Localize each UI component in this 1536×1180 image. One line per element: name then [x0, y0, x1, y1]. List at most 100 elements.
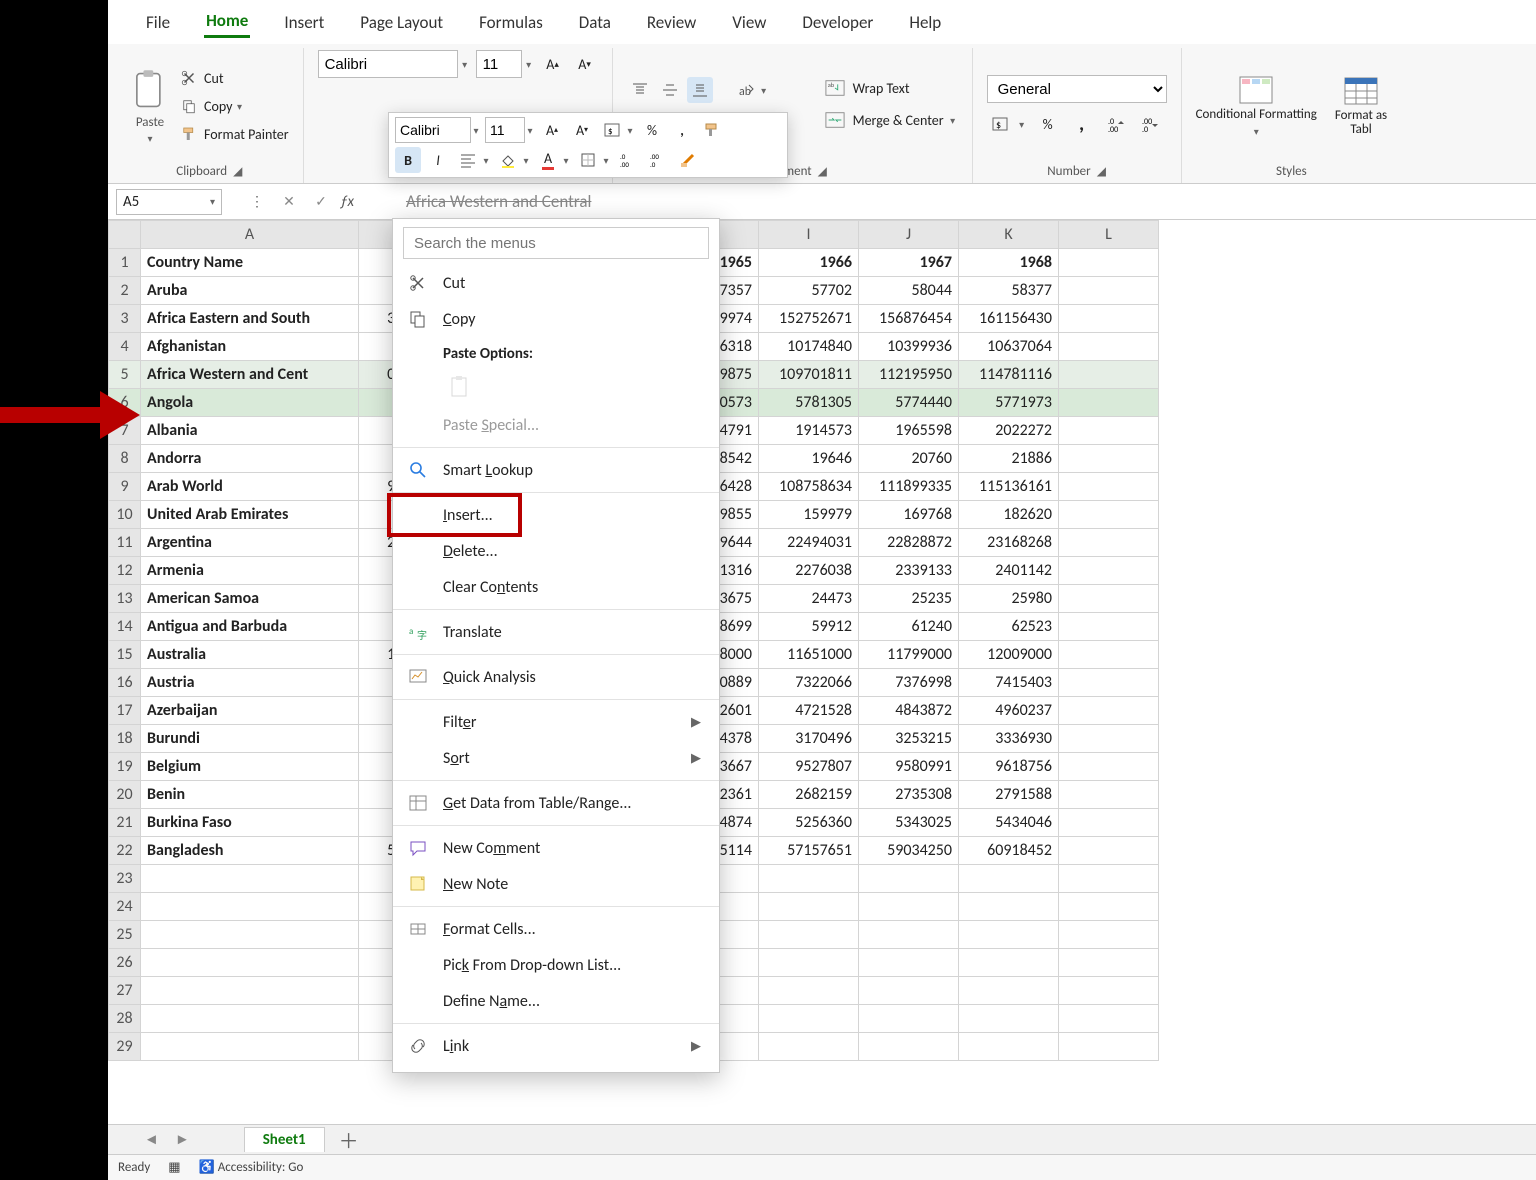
- row-header[interactable]: 5: [109, 361, 141, 389]
- ctx-translate[interactable]: a字 Translate: [393, 614, 719, 650]
- select-all-triangle[interactable]: [109, 221, 141, 249]
- ctx-delete[interactable]: Delete...: [393, 533, 719, 569]
- cell[interactable]: [759, 921, 859, 949]
- ctx-link[interactable]: Link ▶: [393, 1028, 719, 1064]
- cell[interactable]: [1059, 809, 1159, 837]
- mini-borders-icon[interactable]: [575, 147, 601, 173]
- ctx-smart-lookup[interactable]: Smart Lookup: [393, 452, 719, 488]
- cell[interactable]: [1059, 557, 1159, 585]
- macro-record-icon[interactable]: ▦: [168, 1160, 180, 1175]
- cell[interactable]: [959, 865, 1059, 893]
- cell[interactable]: 5343025: [859, 809, 959, 837]
- cell[interactable]: 5774440: [859, 389, 959, 417]
- cell[interactable]: [959, 949, 1059, 977]
- orientation-icon[interactable]: ab: [733, 77, 759, 103]
- cell[interactable]: [1059, 753, 1159, 781]
- cell[interactable]: [1059, 501, 1159, 529]
- mini-align-icon[interactable]: [455, 147, 481, 173]
- number-launcher[interactable]: ◢: [1097, 164, 1106, 179]
- cell[interactable]: Country Name: [141, 249, 359, 277]
- tab-help[interactable]: Help: [907, 8, 943, 37]
- cell[interactable]: 4843872: [859, 697, 959, 725]
- font-size-dd[interactable]: ▾: [524, 51, 534, 77]
- cell[interactable]: [759, 977, 859, 1005]
- align-top-icon[interactable]: [627, 77, 653, 103]
- cell[interactable]: [1059, 949, 1159, 977]
- cell[interactable]: 5771973: [959, 389, 1059, 417]
- ctx-define-name[interactable]: Define Name...: [393, 983, 719, 1019]
- cell[interactable]: 2339133: [859, 557, 959, 585]
- row-header[interactable]: 4: [109, 333, 141, 361]
- ctx-new-comment[interactable]: New Comment: [393, 830, 719, 866]
- cell[interactable]: [1059, 277, 1159, 305]
- cell[interactable]: 22494031: [759, 529, 859, 557]
- cell[interactable]: [1059, 1005, 1159, 1033]
- cell[interactable]: 1968: [959, 249, 1059, 277]
- ctx-quick-analysis[interactable]: Quick Analysis: [393, 659, 719, 695]
- cell[interactable]: [141, 1033, 359, 1061]
- cell[interactable]: Argentina: [141, 529, 359, 557]
- cell[interactable]: 1965598: [859, 417, 959, 445]
- tab-page-layout[interactable]: Page Layout: [358, 8, 445, 37]
- cell[interactable]: [759, 1005, 859, 1033]
- fx-icon[interactable]: ƒx: [340, 193, 354, 211]
- row-header[interactable]: 8: [109, 445, 141, 473]
- cell[interactable]: [759, 949, 859, 977]
- tab-insert[interactable]: Insert: [282, 8, 326, 37]
- cell[interactable]: 161156430: [959, 305, 1059, 333]
- cell[interactable]: [959, 1005, 1059, 1033]
- cell[interactable]: 2022272: [959, 417, 1059, 445]
- ctx-new-note[interactable]: New Note: [393, 866, 719, 902]
- cell[interactable]: 4960237: [959, 697, 1059, 725]
- clipboard-launcher[interactable]: ◢: [233, 164, 242, 179]
- cell[interactable]: 182620: [959, 501, 1059, 529]
- mini-font-color-icon[interactable]: A: [535, 147, 561, 173]
- cell[interactable]: [141, 921, 359, 949]
- cell[interactable]: [1059, 977, 1159, 1005]
- cell[interactable]: [759, 865, 859, 893]
- cell[interactable]: Burundi: [141, 725, 359, 753]
- cell[interactable]: 1967: [859, 249, 959, 277]
- cell[interactable]: 60918452: [959, 837, 1059, 865]
- mini-font-name[interactable]: [395, 117, 471, 143]
- cell[interactable]: 12009000: [959, 641, 1059, 669]
- number-format-select[interactable]: General: [987, 75, 1167, 103]
- cell[interactable]: [859, 893, 959, 921]
- ctx-filter[interactable]: Filter ▶: [393, 704, 719, 740]
- accounting-format-icon[interactable]: $: [987, 111, 1013, 137]
- cell[interactable]: 10637064: [959, 333, 1059, 361]
- conditional-formatting-button[interactable]: Conditional Formatting▾: [1196, 74, 1317, 137]
- ctx-copy[interactable]: Copy: [393, 301, 719, 337]
- cell[interactable]: 5256360: [759, 809, 859, 837]
- cell[interactable]: [1059, 697, 1159, 725]
- cell[interactable]: Benin: [141, 781, 359, 809]
- percent-icon[interactable]: %: [1035, 111, 1061, 137]
- cell[interactable]: [759, 893, 859, 921]
- cell[interactable]: 59912: [759, 613, 859, 641]
- cell[interactable]: [1059, 361, 1159, 389]
- cell[interactable]: 156876454: [859, 305, 959, 333]
- cell[interactable]: [1059, 249, 1159, 277]
- cell[interactable]: [1059, 893, 1159, 921]
- row-header[interactable]: 23: [109, 865, 141, 893]
- cell[interactable]: 1914573: [759, 417, 859, 445]
- mini-decrease-font-icon[interactable]: A▾: [569, 117, 595, 143]
- cell[interactable]: Afghanistan: [141, 333, 359, 361]
- cell[interactable]: 25235: [859, 585, 959, 613]
- ctx-insert[interactable]: Insert...: [393, 497, 719, 533]
- cell[interactable]: [1059, 389, 1159, 417]
- decrease-font-icon[interactable]: A▾: [572, 51, 598, 77]
- cell[interactable]: 9527807: [759, 753, 859, 781]
- cell[interactable]: [141, 893, 359, 921]
- row-header[interactable]: 9: [109, 473, 141, 501]
- tab-view[interactable]: View: [730, 8, 768, 37]
- cell[interactable]: 58044: [859, 277, 959, 305]
- cell[interactable]: 2276038: [759, 557, 859, 585]
- cell[interactable]: [859, 921, 959, 949]
- cell[interactable]: [959, 977, 1059, 1005]
- wrap-text-button[interactable]: ab Wrap Text: [825, 79, 958, 97]
- cell[interactable]: [1059, 333, 1159, 361]
- cell[interactable]: Burkina Faso: [141, 809, 359, 837]
- cell[interactable]: 108758634: [759, 473, 859, 501]
- cell[interactable]: Andorra: [141, 445, 359, 473]
